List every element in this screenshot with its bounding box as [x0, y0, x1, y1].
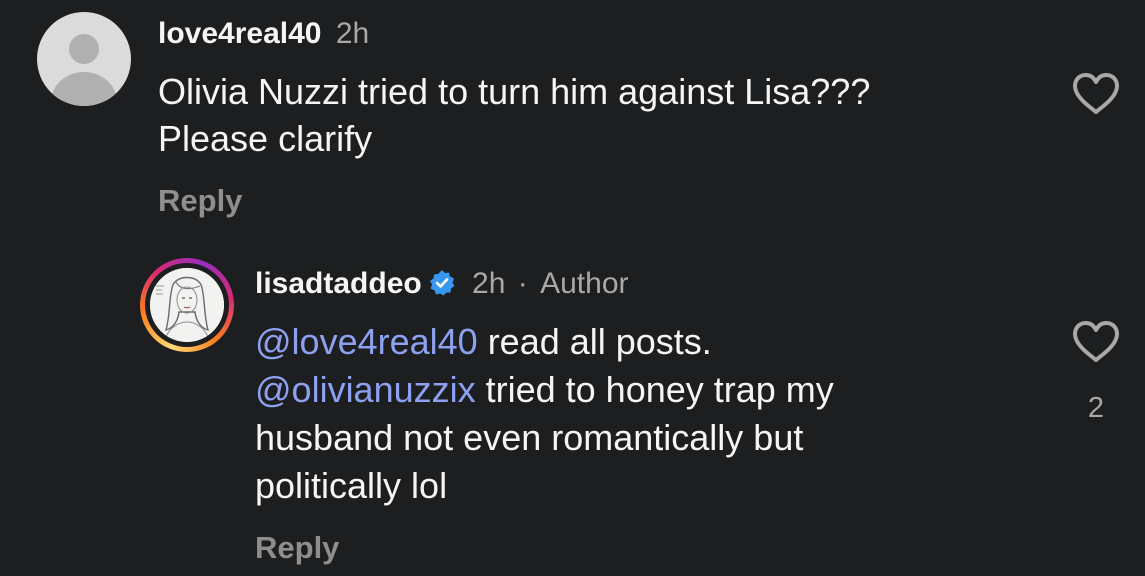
comment-text-line-1: Olivia Nuzzi tried to turn him against L…	[158, 71, 871, 112]
avatar-head-shape	[69, 34, 99, 64]
comment-text-line-1: @love4real40 read all posts.	[255, 318, 712, 366]
comment-text-line-2: @olivianuzzix tried to honey trap my	[255, 366, 834, 414]
comment-text-line-2: Please clarify	[158, 118, 373, 159]
verified-badge-icon	[429, 270, 455, 296]
comment-text-line-4: politically lol	[255, 465, 448, 506]
mention-link[interactable]: @love4real40	[255, 321, 478, 362]
comment-text-fragment: read all posts.	[477, 321, 712, 362]
mention-link[interactable]: @olivianuzzix	[255, 369, 476, 410]
heart-outline-icon[interactable]	[1071, 320, 1121, 364]
meta-separator: ·	[517, 267, 528, 300]
comment-username[interactable]: love4real40	[158, 17, 321, 50]
default-avatar-icon[interactable]	[37, 12, 131, 106]
comment-username[interactable]: lisadtaddeo	[255, 267, 422, 300]
author-badge: Author	[540, 267, 629, 300]
heart-outline-icon[interactable]	[1071, 72, 1121, 116]
comment-text-line-3: husband not even romantically but	[255, 417, 804, 458]
comment-meta: lisadtaddeo 2h · Author	[255, 266, 629, 302]
comment-time: 2h	[335, 17, 370, 50]
profile-photo-icon	[150, 268, 224, 342]
reply-button[interactable]: Reply	[158, 183, 242, 219]
like-count: 2	[1087, 392, 1105, 424]
sketch-portrait-icon	[150, 268, 224, 342]
story-ring-avatar[interactable]	[140, 258, 234, 352]
comment-text-fragment: tried to honey trap my	[475, 369, 834, 410]
comment-time: 2h	[472, 267, 506, 300]
comment-meta: love4real40 2h	[158, 16, 369, 52]
reply-button[interactable]: Reply	[255, 530, 339, 566]
avatar-shoulders-shape	[51, 72, 117, 106]
